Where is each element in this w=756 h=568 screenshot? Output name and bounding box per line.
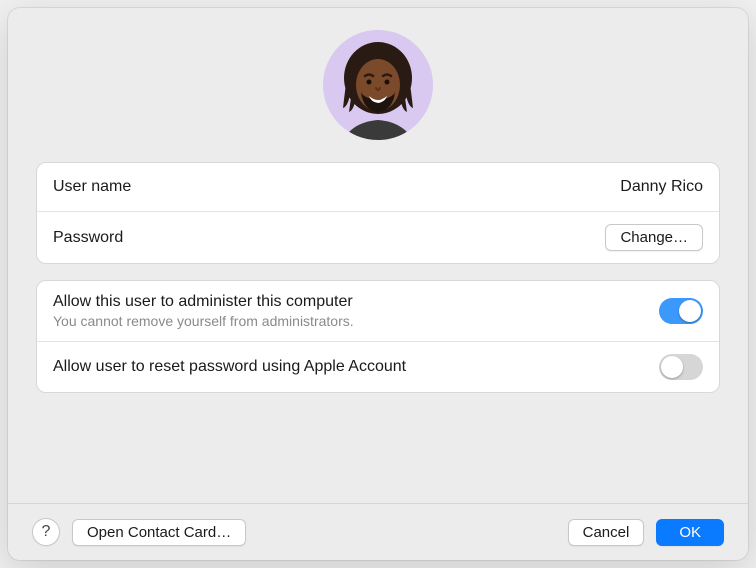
username-value: Danny Rico (620, 178, 703, 196)
password-row: Password Change… (37, 211, 719, 263)
admin-sublabel: You cannot remove yourself from administ… (53, 313, 354, 329)
admin-row-text: Allow this user to administer this compu… (53, 293, 354, 329)
username-row: User name Danny Rico (37, 163, 719, 211)
admin-toggle[interactable] (659, 298, 703, 324)
help-button[interactable]: ? (32, 518, 60, 546)
password-label: Password (53, 229, 123, 247)
username-label: User name (53, 178, 131, 196)
cancel-button[interactable]: Cancel (568, 519, 645, 546)
help-icon: ? (42, 523, 51, 541)
reset-password-toggle[interactable] (659, 354, 703, 380)
avatar-container (36, 30, 720, 140)
change-password-button[interactable]: Change… (605, 224, 703, 251)
reset-password-label: Allow user to reset password using Apple… (53, 358, 406, 376)
toggle-knob (679, 300, 701, 322)
permissions-group: Allow this user to administer this compu… (36, 280, 720, 393)
admin-label: Allow this user to administer this compu… (53, 293, 354, 311)
ok-button[interactable]: OK (656, 519, 724, 546)
admin-row: Allow this user to administer this compu… (37, 281, 719, 341)
user-settings-dialog: User name Danny Rico Password Change… Al… (8, 8, 748, 560)
reset-password-row: Allow user to reset password using Apple… (37, 341, 719, 392)
toggle-knob (661, 356, 683, 378)
open-contact-card-button[interactable]: Open Contact Card… (72, 519, 246, 546)
avatar-image (323, 30, 433, 140)
identity-group: User name Danny Rico Password Change… (36, 162, 720, 264)
dialog-footer: ? Open Contact Card… Cancel OK (8, 503, 748, 560)
user-avatar[interactable] (323, 30, 433, 140)
dialog-content: User name Danny Rico Password Change… Al… (8, 8, 748, 503)
